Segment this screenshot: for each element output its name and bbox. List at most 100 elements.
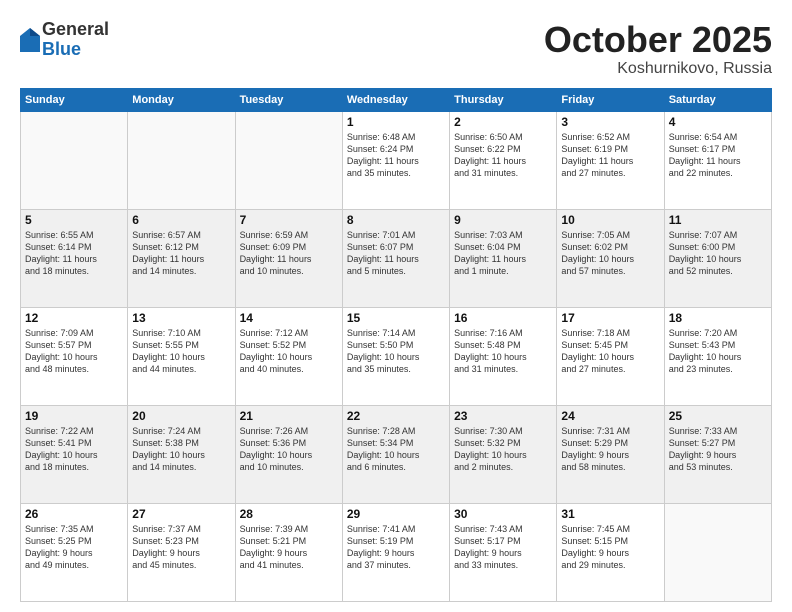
day-cell: 10Sunrise: 7:05 AM Sunset: 6:02 PM Dayli… <box>557 209 664 307</box>
day-cell: 19Sunrise: 7:22 AM Sunset: 5:41 PM Dayli… <box>21 405 128 503</box>
day-number: 7 <box>240 213 338 227</box>
day-number: 19 <box>25 409 123 423</box>
day-cell: 7 Sunrise: 6:59 AM Sunset: 6:09 PM Daylig… <box>235 209 342 307</box>
day-number: 27 <box>132 507 230 521</box>
location: Koshurnikovo, Russia <box>544 60 772 78</box>
day-info: Sunrise: 6:57 AM Sunset: 6:12 PM Dayligh… <box>132 229 230 278</box>
day-number: 12 <box>25 311 123 325</box>
month-title: October 2025 <box>544 20 772 60</box>
week-row: 1Sunrise: 6:48 AM Sunset: 6:24 PM Daylig… <box>21 111 772 209</box>
day-cell <box>235 111 342 209</box>
week-row: 12 Sunrise: 7:09 AM Sunset: 5:57 PM Dayli… <box>21 307 772 405</box>
day-cell: 12 Sunrise: 7:09 AM Sunset: 5:57 PM Dayli… <box>21 307 128 405</box>
day-cell: 23Sunrise: 7:30 AM Sunset: 5:32 PM Dayli… <box>450 405 557 503</box>
day-number: 18 <box>669 311 767 325</box>
day-cell: 15 Sunrise: 7:14 AM Sunset: 5:50 PM Dayli… <box>342 307 449 405</box>
day-info: Sunrise: 7:14 AM Sunset: 5:50 PM Dayligh… <box>347 327 445 376</box>
day-number: 20 <box>132 409 230 423</box>
day-cell: 14Sunrise: 7:12 AM Sunset: 5:52 PM Dayli… <box>235 307 342 405</box>
day-number: 16 <box>454 311 552 325</box>
day-number: 26 <box>25 507 123 521</box>
day-header: Sunday <box>21 88 128 111</box>
week-row: 26 Sunrise: 7:35 AM Sunset: 5:25 PM Dayli… <box>21 503 772 601</box>
day-header: Tuesday <box>235 88 342 111</box>
day-number: 6 <box>132 213 230 227</box>
day-number: 4 <box>669 115 767 129</box>
logo-blue: Blue <box>42 40 109 60</box>
day-cell <box>21 111 128 209</box>
day-number: 28 <box>240 507 338 521</box>
day-header: Monday <box>128 88 235 111</box>
day-number: 21 <box>240 409 338 423</box>
day-info: Sunrise: 7:10 AM Sunset: 5:55 PM Dayligh… <box>132 327 230 376</box>
day-number: 17 <box>561 311 659 325</box>
day-info: Sunrise: 6:50 AM Sunset: 6:22 PM Dayligh… <box>454 131 552 180</box>
day-header: Saturday <box>664 88 771 111</box>
day-info: Sunrise: 7:01 AM Sunset: 6:07 PM Dayligh… <box>347 229 445 278</box>
day-cell: 16Sunrise: 7:16 AM Sunset: 5:48 PM Dayli… <box>450 307 557 405</box>
day-info: Sunrise: 7:26 AM Sunset: 5:36 PM Dayligh… <box>240 425 338 474</box>
day-info: Sunrise: 7:33 AM Sunset: 5:27 PM Dayligh… <box>669 425 767 474</box>
day-cell: 29Sunrise: 7:41 AM Sunset: 5:19 PM Dayli… <box>342 503 449 601</box>
page: General Blue October 2025 Koshurnikovo, … <box>0 0 792 612</box>
day-cell: 20 Sunrise: 7:24 AM Sunset: 5:38 PM Dayli… <box>128 405 235 503</box>
day-info: Sunrise: 7:43 AM Sunset: 5:17 PM Dayligh… <box>454 523 552 572</box>
day-number: 14 <box>240 311 338 325</box>
day-info: Sunrise: 6:55 AM Sunset: 6:14 PM Dayligh… <box>25 229 123 278</box>
day-number: 29 <box>347 507 445 521</box>
day-number: 5 <box>25 213 123 227</box>
day-number: 9 <box>454 213 552 227</box>
day-number: 23 <box>454 409 552 423</box>
day-cell <box>128 111 235 209</box>
day-cell: 27 Sunrise: 7:37 AM Sunset: 5:23 PM Dayli… <box>128 503 235 601</box>
day-cell: 26 Sunrise: 7:35 AM Sunset: 5:25 PM Dayli… <box>21 503 128 601</box>
day-info: Sunrise: 7:03 AM Sunset: 6:04 PM Dayligh… <box>454 229 552 278</box>
day-info: Sunrise: 7:20 AM Sunset: 5:43 PM Dayligh… <box>669 327 767 376</box>
day-cell: 24Sunrise: 7:31 AM Sunset: 5:29 PM Dayli… <box>557 405 664 503</box>
day-number: 15 <box>347 311 445 325</box>
day-cell: 31 Sunrise: 7:45 AM Sunset: 5:15 PM Dayli… <box>557 503 664 601</box>
day-cell <box>664 503 771 601</box>
header-row: SundayMondayTuesdayWednesdayThursdayFrid… <box>21 88 772 111</box>
day-info: Sunrise: 6:59 AM Sunset: 6:09 PM Dayligh… <box>240 229 338 278</box>
day-cell: 2 Sunrise: 6:50 AM Sunset: 6:22 PM Daylig… <box>450 111 557 209</box>
week-row: 5 Sunrise: 6:55 AM Sunset: 6:14 PM Daylig… <box>21 209 772 307</box>
day-header: Wednesday <box>342 88 449 111</box>
day-info: Sunrise: 7:35 AM Sunset: 5:25 PM Dayligh… <box>25 523 123 572</box>
calendar-table: SundayMondayTuesdayWednesdayThursdayFrid… <box>20 88 772 602</box>
day-info: Sunrise: 7:39 AM Sunset: 5:21 PM Dayligh… <box>240 523 338 572</box>
day-cell: 4 Sunrise: 6:54 AM Sunset: 6:17 PM Daylig… <box>664 111 771 209</box>
day-info: Sunrise: 7:24 AM Sunset: 5:38 PM Dayligh… <box>132 425 230 474</box>
day-cell: 30Sunrise: 7:43 AM Sunset: 5:17 PM Dayli… <box>450 503 557 601</box>
week-row: 19Sunrise: 7:22 AM Sunset: 5:41 PM Dayli… <box>21 405 772 503</box>
day-number: 31 <box>561 507 659 521</box>
day-cell: 18 Sunrise: 7:20 AM Sunset: 5:43 PM Dayli… <box>664 307 771 405</box>
day-info: Sunrise: 6:54 AM Sunset: 6:17 PM Dayligh… <box>669 131 767 180</box>
day-number: 2 <box>454 115 552 129</box>
day-cell: 13Sunrise: 7:10 AM Sunset: 5:55 PM Dayli… <box>128 307 235 405</box>
day-cell: 25 Sunrise: 7:33 AM Sunset: 5:27 PM Dayli… <box>664 405 771 503</box>
day-info: Sunrise: 7:28 AM Sunset: 5:34 PM Dayligh… <box>347 425 445 474</box>
logo-text: General Blue <box>42 20 109 60</box>
day-cell: 11Sunrise: 7:07 AM Sunset: 6:00 PM Dayli… <box>664 209 771 307</box>
logo: General Blue <box>20 20 109 60</box>
title-block: October 2025 Koshurnikovo, Russia <box>544 20 772 78</box>
day-cell: 28 Sunrise: 7:39 AM Sunset: 5:21 PM Dayli… <box>235 503 342 601</box>
logo-general: General <box>42 20 109 40</box>
header: General Blue October 2025 Koshurnikovo, … <box>20 20 772 78</box>
day-info: Sunrise: 7:09 AM Sunset: 5:57 PM Dayligh… <box>25 327 123 376</box>
day-number: 25 <box>669 409 767 423</box>
day-cell: 1Sunrise: 6:48 AM Sunset: 6:24 PM Daylig… <box>342 111 449 209</box>
day-info: Sunrise: 7:45 AM Sunset: 5:15 PM Dayligh… <box>561 523 659 572</box>
day-cell: 9 Sunrise: 7:03 AM Sunset: 6:04 PM Daylig… <box>450 209 557 307</box>
day-cell: 21 Sunrise: 7:26 AM Sunset: 5:36 PM Dayli… <box>235 405 342 503</box>
day-header: Friday <box>557 88 664 111</box>
day-header: Thursday <box>450 88 557 111</box>
day-number: 1 <box>347 115 445 129</box>
day-cell: 5 Sunrise: 6:55 AM Sunset: 6:14 PM Daylig… <box>21 209 128 307</box>
day-info: Sunrise: 7:37 AM Sunset: 5:23 PM Dayligh… <box>132 523 230 572</box>
day-number: 10 <box>561 213 659 227</box>
day-cell: 22Sunrise: 7:28 AM Sunset: 5:34 PM Dayli… <box>342 405 449 503</box>
day-cell: 8Sunrise: 7:01 AM Sunset: 6:07 PM Daylig… <box>342 209 449 307</box>
day-number: 11 <box>669 213 767 227</box>
